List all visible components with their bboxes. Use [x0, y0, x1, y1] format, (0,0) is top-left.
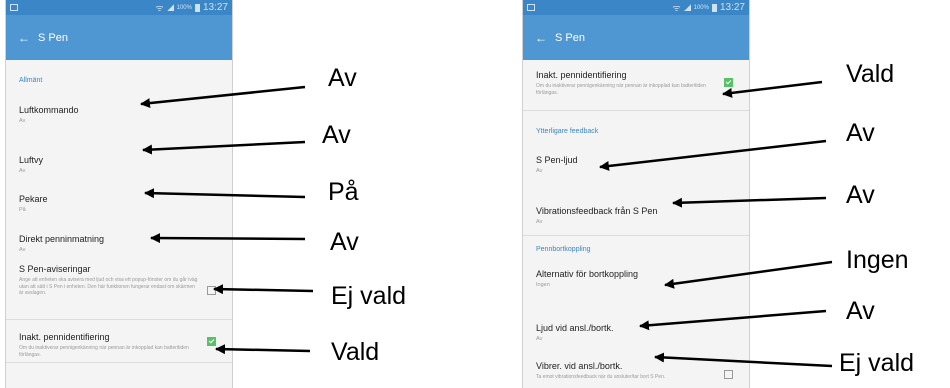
annotation-label: Ingen: [846, 246, 909, 274]
app-bar: ← S Pen: [523, 15, 749, 60]
setting-inactive-pen-detection[interactable]: Inakt. pennidentifiering Om du inaktiver…: [523, 60, 749, 110]
setting-air-view[interactable]: Luftvy Av: [6, 132, 232, 174]
setting-value: Av: [536, 168, 543, 174]
phone-screen-right: ᯤ 100% 13:27 ← S Pen Inakt. pennidentifi…: [522, 0, 750, 388]
setting-label: Alternativ för bortkoppling: [536, 269, 639, 279]
setting-label: Direkt penninmatning: [19, 234, 105, 244]
annotation-label: Av: [846, 297, 875, 325]
setting-label: Inakt. pennidentifiering: [536, 70, 627, 80]
setting-label: Luftkommando: [19, 105, 79, 115]
setting-label: Ljud vid ansl./bortk.: [536, 323, 614, 333]
annotation-label: Av: [846, 181, 875, 209]
checkbox-inactive-pen-detection[interactable]: [724, 78, 733, 87]
setting-vibrate-on-detach[interactable]: Vibrer. vid ansl./bortk. Ta emot vibrati…: [523, 344, 749, 384]
annotation-label: Ej vald: [331, 282, 407, 310]
clock: 13:27: [719, 2, 745, 13]
setting-description: Ange att enheten ska avisera med ljud oc…: [19, 277, 198, 296]
setting-label: Vibrationsfeedback från S Pen: [536, 206, 658, 216]
checkbox-vibrate-on-detach[interactable]: [724, 370, 733, 379]
gallery-notification-icon: [10, 4, 18, 11]
section-header-feedback: Ytterligare feedback: [536, 128, 599, 135]
setting-value: Av: [19, 118, 26, 124]
setting-label: S Pen-aviseringar: [19, 264, 91, 274]
setting-air-command[interactable]: Luftkommando Av: [6, 94, 232, 132]
gallery-notification-icon: [527, 4, 535, 11]
annotation-label: Av: [322, 121, 351, 149]
signal-icon: [166, 4, 174, 11]
setting-label: S Pen-ljud: [536, 155, 578, 165]
setting-value: Ingen: [536, 282, 550, 288]
checkbox-inactive-pen-detection[interactable]: [207, 337, 216, 346]
wifi-icon: ᯤ: [155, 3, 164, 13]
setting-pen-sound[interactable]: S Pen-ljud Av: [523, 145, 749, 183]
setting-pointer[interactable]: Pekare På: [6, 171, 232, 213]
checkbox-pen-notifications[interactable]: [207, 286, 216, 295]
setting-vibration-feedback[interactable]: Vibrationsfeedback från S Pen Av: [523, 183, 749, 225]
wifi-icon: ᯤ: [672, 3, 681, 13]
setting-label: Vibrer. vid ansl./bortk.: [536, 361, 623, 371]
setting-value: Av: [536, 336, 543, 342]
battery-icon: [711, 3, 717, 12]
setting-description: Ta emot vibrationsfeedback när du anslut…: [536, 374, 666, 380]
page-title: S Pen: [555, 31, 585, 44]
section-header-detachment: Pennbortkoppling: [536, 246, 591, 253]
setting-direct-pen-input[interactable]: Direkt penninmatning Av: [6, 210, 232, 253]
setting-label: Inakt. pennidentifiering: [19, 332, 110, 342]
arrow-left-icon[interactable]: ←: [535, 31, 547, 45]
battery-icon: [194, 3, 200, 12]
battery-percent: 100%: [693, 4, 709, 11]
annotation-label: Av: [328, 64, 357, 92]
setting-description: Om du inaktiverar pennigenkänning när pe…: [19, 345, 189, 358]
arrow-left-icon[interactable]: ←: [18, 31, 30, 45]
annotation-label: Ej vald: [839, 349, 915, 377]
setting-inactive-pen-detection[interactable]: Inakt. pennidentifiering Om du inaktiver…: [6, 320, 232, 362]
annotation-label: På: [328, 178, 359, 206]
annotation-label: Av: [846, 119, 875, 147]
settings-list: Inakt. pennidentifiering Om du inaktiver…: [523, 60, 749, 384]
setting-label: Luftvy: [19, 155, 44, 165]
annotation-label: Vald: [331, 338, 380, 366]
annotation-label: Av: [330, 228, 359, 256]
setting-pen-notifications[interactable]: S Pen-aviseringar Ange att enheten ska a…: [6, 249, 232, 319]
battery-percent: 100%: [176, 4, 192, 11]
setting-value: Av: [536, 219, 543, 225]
setting-label: Pekare: [19, 194, 48, 204]
divider: [6, 362, 232, 363]
section-header-general: Allmänt: [19, 77, 43, 84]
signal-icon: [683, 4, 691, 11]
annotation-label: Vald: [846, 60, 895, 88]
settings-list: Allmänt Luftkommando Av Luftvy Av Pekare…: [6, 60, 232, 363]
phone-screen-left: ᯤ 100% 13:27 ← S Pen Allmänt Luftkommand…: [5, 0, 233, 388]
setting-sound-on-detach[interactable]: Ljud vid ansl./bortk. Av: [523, 299, 749, 344]
setting-description: Om du inaktiverar pennigenkänning när pe…: [536, 83, 706, 96]
setting-detach-options[interactable]: Alternativ för bortkoppling Ingen: [523, 269, 749, 299]
clock: 13:27: [202, 2, 228, 13]
page-title: S Pen: [38, 31, 68, 44]
status-bar: ᯤ 100% 13:27: [6, 0, 232, 15]
app-bar: ← S Pen: [6, 15, 232, 60]
status-bar: ᯤ 100% 13:27: [523, 0, 749, 15]
